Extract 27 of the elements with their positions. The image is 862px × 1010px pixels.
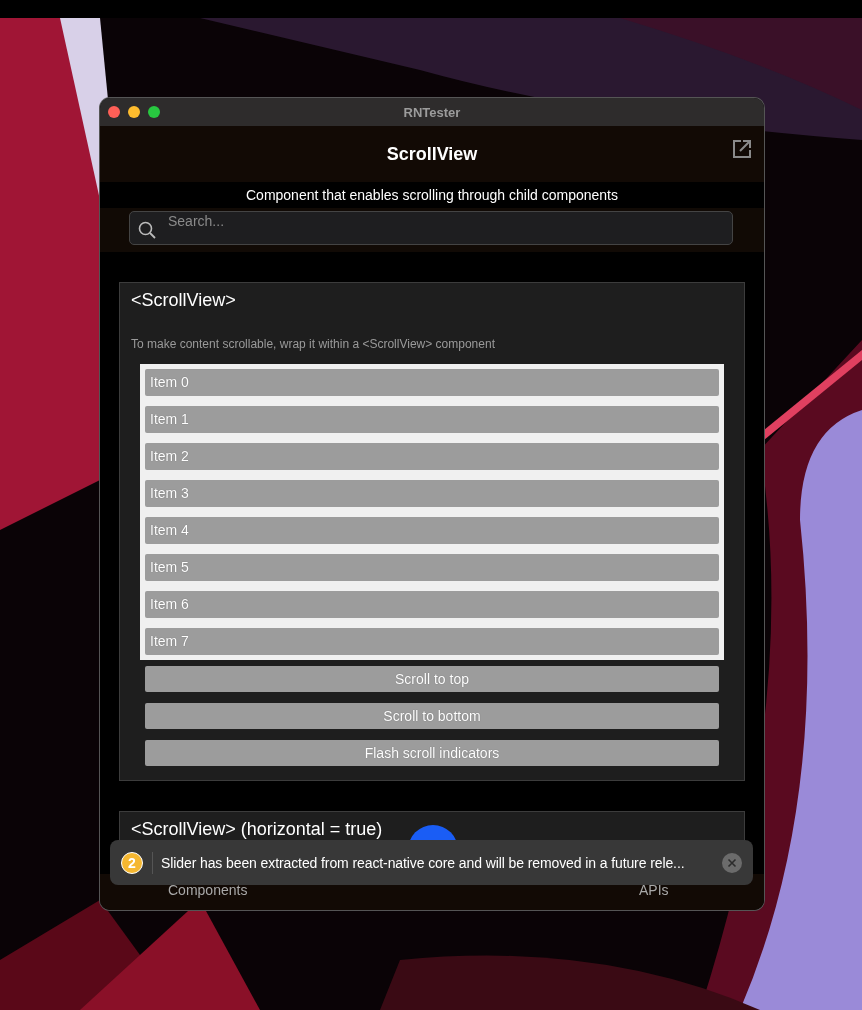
minimize-button[interactable] [128,106,140,118]
page-title: ScrollView [386,143,478,165]
search-field[interactable]: Search... [129,211,733,245]
search-input[interactable]: Search... [168,212,468,230]
list-item: Item 1 [145,406,719,433]
list-item: Item 2 [145,443,719,470]
list-item: Item 5 [145,554,719,581]
list-item: Item 3 [145,480,719,507]
close-button[interactable] [108,106,120,118]
section-description: To make content scrollable, wrap it within a <ScrollView> component [131,337,496,352]
list-item: Item 0 [145,369,719,396]
list-item: Item 6 [145,591,719,618]
list-item: Item 7 [145,628,719,655]
close-icon[interactable] [722,852,742,873]
warning-toast[interactable]: 2 Slider has been extracted from react-native core and will be removed in a future rele... [110,840,753,885]
zoom-button[interactable] [148,106,160,118]
page-description: Component that enables scrolling through child components [246,187,618,203]
window-title: RNTester [403,104,461,120]
search-icon [138,221,156,239]
warning-message: Slider has been extracted from react-native core and will be removed in a future rele... [161,854,686,871]
external-link-icon[interactable] [732,139,752,159]
section-title: <ScrollView> [131,289,237,311]
warning-count-badge: 2 [121,851,143,874]
tab[interactable]: Components [168,882,248,898]
tab[interactable]: APIs [639,882,669,898]
section-title: <ScrollView> (horizontal = true) [131,818,384,840]
list-item: Item 4 [145,517,719,544]
